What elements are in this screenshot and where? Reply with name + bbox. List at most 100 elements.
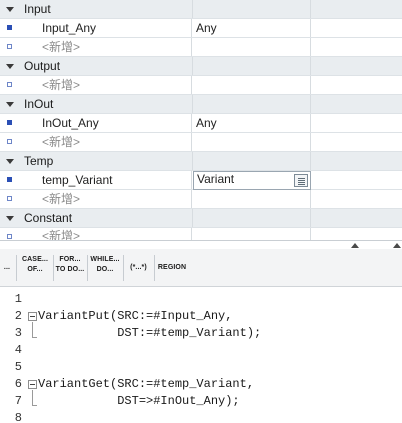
button-label: ... [3,264,11,271]
default-cell[interactable] [312,171,402,189]
fold-toggle-icon[interactable] [28,380,37,389]
scl-code-editor[interactable]: 1 2 3 4 5 6 7 8 VariantPut(SRC:=#Input_A… [0,288,402,423]
fold-end [32,405,37,406]
case-of-button[interactable]: CASE... OF... [19,255,51,281]
collapse-arrow-icon[interactable] [6,7,14,12]
parameter-icon [7,234,12,239]
line-number: 1 [14,292,22,306]
type-cell[interactable] [193,133,311,151]
parameter-icon [7,139,12,144]
default-cell[interactable] [312,38,402,56]
type-cell [193,57,311,75]
separator [123,255,124,281]
button-label-line2: DO... [96,266,114,273]
block-interface-table: Input Input_Any Any <新增> Output <新增> InO… [0,0,402,246]
var-type: Variant [197,172,235,186]
comment-button[interactable]: (*...*) [125,263,152,289]
section-input[interactable]: Input [0,0,402,19]
default-cell [312,152,402,170]
type-cell[interactable] [193,76,311,94]
line-number: 3 [14,326,22,340]
fold-end [32,337,37,338]
scl-instruction-toolbar: ... CASE... OF... FOR... TO DO... WHILE.… [0,249,402,287]
collapse-arrow-icon[interactable] [6,159,14,164]
default-cell [312,95,402,113]
line-number: 7 [14,394,22,408]
parameter-icon [7,177,12,182]
type-cell[interactable]: Any [193,114,311,132]
while-do-button[interactable]: WHILE... DO... [89,255,121,281]
line-number: 5 [14,360,22,374]
parameter-icon [7,25,12,30]
section-temp[interactable]: Temp [0,152,402,171]
code-line[interactable]: DST=>#InOut_Any); [38,394,239,408]
add-new-label: <新增> [42,135,81,149]
section-output[interactable]: Output [0,57,402,76]
default-cell [312,209,402,227]
type-cell [193,152,311,170]
section-constant[interactable]: Constant [0,209,402,228]
for-to-do-button[interactable]: FOR... TO DO... [55,255,85,281]
default-cell[interactable] [312,133,402,151]
name-cell[interactable]: <新增> [22,190,192,208]
separator [87,255,88,281]
collapse-arrow-icon[interactable] [6,64,14,69]
section-label: Input [24,2,51,16]
name-cell[interactable]: <新增> [22,38,192,56]
line-number: 8 [14,411,22,423]
var-row-temp-variant[interactable]: temp_Variant Variant [0,171,402,190]
var-name: InOut_Any [42,116,99,130]
type-list-button-icon[interactable] [294,174,308,187]
default-cell [312,0,402,18]
button-label: REGION [157,264,187,271]
default-cell[interactable] [312,190,402,208]
data-type-input[interactable]: Variant [193,171,311,190]
parameter-icon [7,196,12,201]
default-cell[interactable] [312,76,402,94]
default-cell[interactable] [312,19,402,37]
var-type: Any [196,21,217,35]
section-inout[interactable]: InOut [0,95,402,114]
add-row-temp[interactable]: <新增> [0,190,402,209]
name-cell[interactable]: <新增> [22,133,192,151]
section-name-cell: Input [0,0,193,18]
name-cell[interactable]: InOut_Any [22,114,192,132]
code-line[interactable]: VariantPut(SRC:=#Input_Any, [38,309,232,323]
button-label-line1: FOR... [59,256,81,263]
add-new-label: <新增> [42,40,81,54]
name-cell[interactable]: <新增> [22,76,192,94]
if-then-button[interactable]: ... [0,263,14,289]
section-label: Constant [24,211,73,225]
type-cell[interactable] [193,190,311,208]
button-label: (*...*) [130,264,147,271]
section-label: InOut [24,97,54,111]
line-number: 4 [14,343,22,357]
section-label: Output [24,59,61,73]
parameter-icon [7,120,12,125]
var-row-inout-any[interactable]: InOut_Any Any [0,114,402,133]
type-cell[interactable] [193,38,311,56]
section-name-cell: Constant [0,209,193,227]
var-row-input-any[interactable]: Input_Any Any [0,19,402,38]
collapse-arrow-icon[interactable] [6,102,14,107]
var-name: Input_Any [42,21,97,35]
fold-toggle-icon[interactable] [28,312,37,321]
add-new-label: <新增> [42,78,81,92]
expand-up-icon[interactable] [393,243,401,248]
default-cell[interactable] [312,114,402,132]
add-row-inout[interactable]: <新增> [0,133,402,152]
type-cell [193,209,311,227]
name-cell[interactable]: Input_Any [22,19,192,37]
name-cell[interactable]: temp_Variant [22,171,192,189]
region-button[interactable]: REGION [156,263,188,289]
fold-line [32,390,33,405]
code-line[interactable]: VariantGet(SRC:=#temp_Variant, [38,377,254,391]
type-cell[interactable]: Any [193,19,311,37]
button-label-line2: OF... [27,266,43,273]
collapse-arrow-icon[interactable] [6,216,14,221]
code-line[interactable]: DST:=#temp_Variant); [38,326,261,340]
panel-splitter[interactable] [0,240,402,248]
add-row-input[interactable]: <新增> [0,38,402,57]
add-row-output[interactable]: <新增> [0,76,402,95]
collapse-up-icon[interactable] [351,243,359,248]
